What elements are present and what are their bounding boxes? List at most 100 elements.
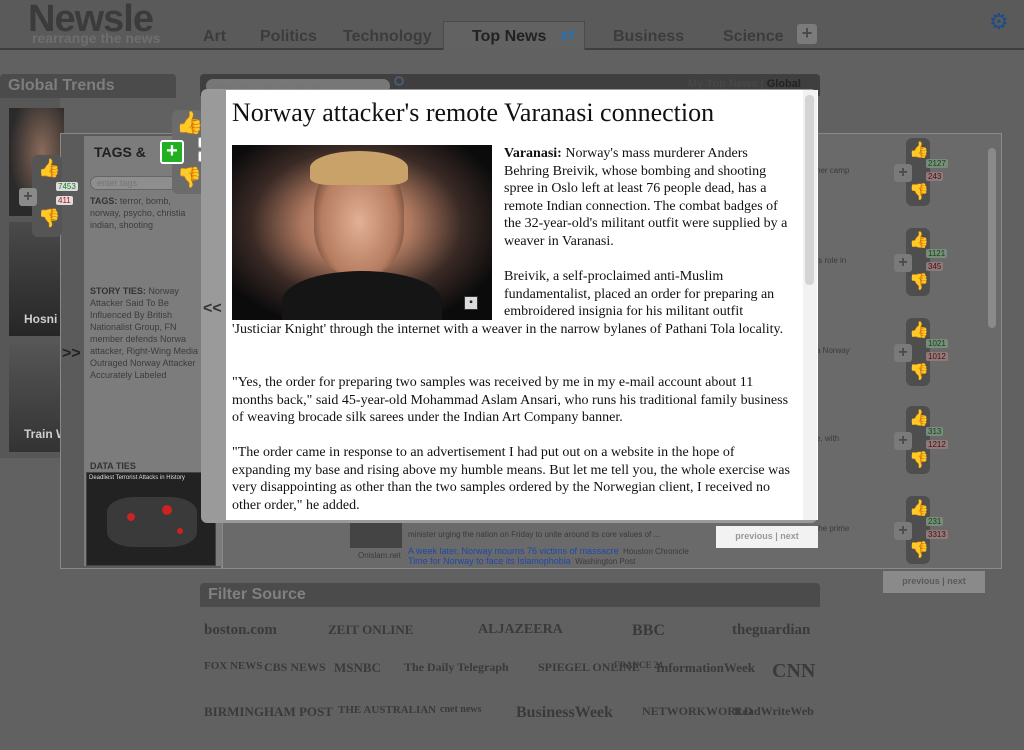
source-logo[interactable]: CNN	[772, 660, 815, 683]
source-logo[interactable]: THE AUSTRALIAN	[338, 704, 436, 716]
article-scrollbar[interactable]	[805, 95, 814, 285]
filter-source-header: Filter Source	[200, 583, 820, 607]
thumbs-down-icon[interactable]: 👎	[909, 450, 929, 470]
related-link[interactable]: Time for Norway to face its Islamophobia	[408, 556, 571, 566]
article-paragraph-4: "The order came in response to an advert…	[232, 445, 790, 513]
data-ties-label: DATA TIES	[90, 461, 136, 471]
story-snippet: minister urging the nation on Friday to …	[408, 530, 661, 539]
pager-separator: |	[775, 531, 778, 541]
gear-icon[interactable]: ⚙	[989, 9, 1009, 35]
story-ties-text[interactable]: Norway Attacker Said To Be Influenced By…	[90, 286, 198, 380]
down-count: 411	[56, 196, 73, 205]
tab-science[interactable]: Science	[723, 28, 783, 50]
add-button[interactable]: +	[894, 164, 912, 182]
thumbs-down-icon[interactable]: 👎	[909, 540, 929, 560]
up-count: 7453	[56, 182, 78, 191]
thumbs-down-icon[interactable]: 👎	[177, 165, 202, 190]
article-paragraph-1: Varanasi: Norway's mass murderer Anders …	[504, 145, 796, 251]
up-count: 2127	[926, 159, 948, 168]
previous-link[interactable]: previous	[735, 531, 773, 541]
app-tagline: rearrange the news	[32, 30, 161, 46]
story-snippet: ts role in	[816, 256, 847, 265]
down-count: 345	[926, 262, 944, 271]
tab-politics[interactable]: Politics	[260, 28, 317, 50]
next-link[interactable]: next	[780, 531, 799, 541]
source-logo[interactable]: boston.com	[204, 622, 277, 639]
source-logo[interactable]: ALJAZEERA	[478, 622, 563, 638]
source-logo[interactable]: The Daily Telegraph	[404, 660, 509, 675]
add-button[interactable]: +	[894, 522, 912, 540]
source-logo[interactable]: InformationWeek	[656, 660, 755, 676]
add-button[interactable]: +	[19, 188, 37, 206]
source-logo[interactable]: ReadWriteWeb	[734, 704, 814, 719]
thumbs-down-icon[interactable]: 👎	[909, 182, 929, 202]
save-icon[interactable]: ▪	[464, 296, 478, 310]
source-logo[interactable]: CBS NEWS	[264, 660, 326, 675]
article-dateline: Varanasi:	[504, 146, 562, 161]
thumbs-down-icon[interactable]: 👎	[909, 272, 929, 292]
source-logo[interactable]: BusinessWeek	[516, 704, 613, 722]
data-ties-image[interactable]: Deadliest Terrorist Attacks in History	[86, 472, 216, 566]
tab-top-news-label: Top News	[472, 28, 547, 45]
tab-business[interactable]: Business	[613, 28, 684, 50]
add-button[interactable]: +	[894, 254, 912, 272]
source-logo[interactable]: ZEIT ONLINE	[328, 622, 413, 638]
add-button[interactable]: +	[894, 344, 912, 362]
thumbs-up-icon[interactable]: 👍	[176, 110, 203, 136]
world-map-graphic	[107, 497, 197, 547]
article-paragraph-2b: 'Justiciar Knight' through the internet …	[232, 322, 784, 337]
data-ties-image-title: Deadliest Terrorist Attacks in History	[89, 475, 185, 481]
source-logo[interactable]: BIRMINGHAM POST	[204, 704, 333, 720]
story-snippet: e, with	[816, 434, 840, 443]
map-marker	[127, 513, 135, 521]
next-link[interactable]: next	[947, 576, 966, 586]
add-button[interactable]: +	[894, 432, 912, 450]
trend-label: Hosni	[24, 312, 58, 326]
previous-link[interactable]: previous	[902, 576, 940, 586]
thumbs-down-icon[interactable]: 👎	[38, 208, 60, 229]
story-snippet: the prime	[816, 524, 850, 533]
story-snippet: a Norway	[816, 346, 850, 355]
modal-pager: previous | next	[716, 526, 818, 548]
story-list-scrollbar[interactable]	[988, 148, 996, 328]
tags-list: TAGS: terror, bomb, norway, psycho, chri…	[90, 195, 202, 233]
story-snippet: her camp	[816, 166, 850, 175]
source-logo[interactable]: MSNBC	[334, 660, 381, 676]
thumbs-up-icon[interactable]: 👍	[909, 140, 929, 160]
tab-art[interactable]: Art	[203, 28, 226, 50]
paragraph-text: Norway's mass murderer Anders Behring Br…	[504, 146, 788, 249]
shirt-shape	[282, 271, 442, 320]
tab-technology[interactable]: Technology	[343, 28, 432, 50]
global-trends-header: Global Trends	[0, 74, 176, 98]
thumbs-up-icon[interactable]: 👍	[38, 158, 60, 179]
add-button[interactable]: +	[160, 140, 184, 164]
thumbs-up-icon[interactable]: 👍	[909, 320, 929, 340]
thumbs-up-icon[interactable]: 👍	[909, 498, 929, 518]
source-logo[interactable]: theguardian	[732, 622, 810, 639]
tags-label: TAGS:	[90, 196, 118, 206]
down-count: 3313	[926, 530, 948, 539]
up-count: 1121	[926, 249, 948, 258]
add-tab-button[interactable]: +	[797, 24, 817, 44]
thumbs-up-icon[interactable]: 👍	[909, 408, 929, 428]
collapse-panel-icon[interactable]: <<	[203, 300, 222, 318]
up-count: 313	[926, 427, 944, 436]
down-count: 1212	[926, 440, 948, 449]
story-thumbnail[interactable]	[350, 522, 402, 548]
thumbs-down-icon[interactable]: 👎	[909, 362, 929, 382]
source-logo[interactable]: FOX NEWS	[204, 660, 262, 672]
list-pager: previous | next	[883, 571, 985, 593]
map-marker	[162, 505, 172, 515]
article-paragraph-3: "Yes, the order for preparing two sample…	[232, 375, 789, 426]
search-icon[interactable]	[394, 76, 404, 86]
source-logo[interactable]: cnet news	[440, 704, 481, 715]
refresh-icon[interactable]: ⇄	[560, 25, 575, 46]
expand-panel-icon[interactable]: >>	[62, 345, 81, 363]
related-source: Washington Post	[575, 557, 636, 566]
article-photo[interactable]	[232, 145, 492, 320]
article-paragraph-2a: Breivik, a self-proclaimed anti-Muslim f…	[504, 269, 775, 320]
source-logo[interactable]: BBC	[632, 622, 665, 640]
up-count: 1021	[926, 339, 948, 348]
thumbs-up-icon[interactable]: 👍	[909, 230, 929, 250]
story-source: Onislam.net	[358, 551, 401, 560]
